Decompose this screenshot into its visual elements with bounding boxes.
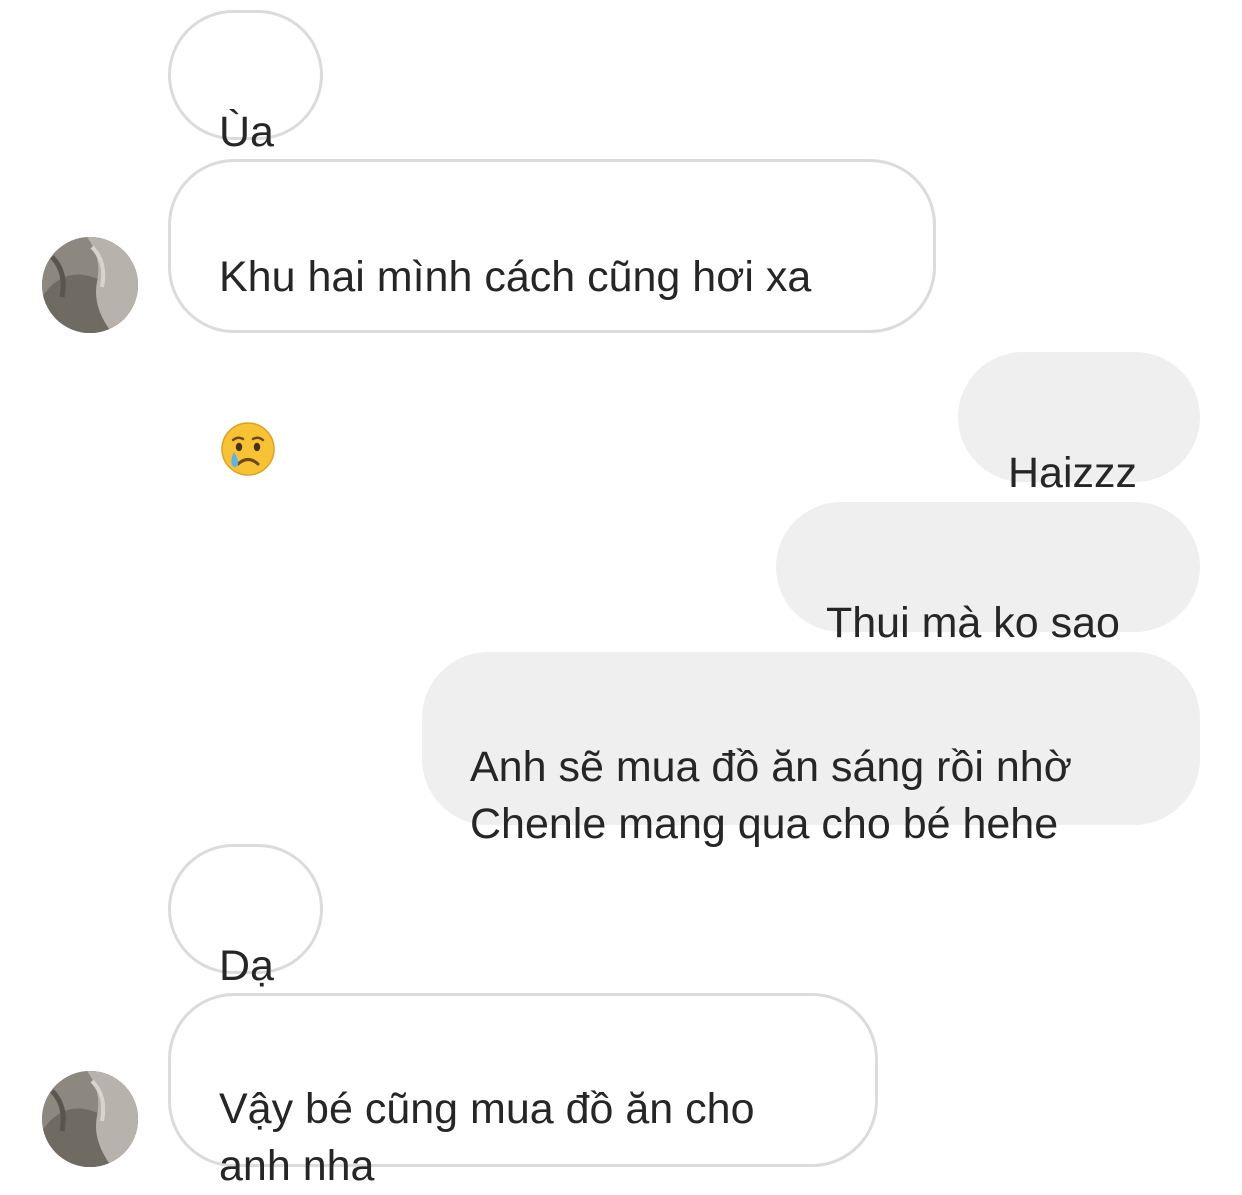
incoming-message-bubble[interactable]: Khu hai mình cách cũng hơi xa — [168, 159, 936, 476]
message-text: Haizzz — [1008, 449, 1138, 497]
incoming-message-bubble[interactable]: Dạ — [168, 844, 323, 990]
avatar[interactable] — [42, 1071, 138, 1167]
outgoing-message-bubble[interactable]: Haizzz — [958, 352, 1200, 497]
incoming-message-bubble[interactable]: Ùa — [168, 10, 323, 156]
message-text: Anh sẽ mua đồ ăn sáng rồi nhờ Chenle man… — [470, 743, 1072, 848]
incoming-message-bubble[interactable]: Vậy bé cũng mua đồ ăn cho anh nha — [168, 993, 878, 1190]
message-text: Khu hai mình cách cũng hơi xa — [219, 253, 812, 301]
crying-face-icon — [219, 363, 277, 493]
message-text: Ùa — [219, 108, 274, 156]
outgoing-message-bubble[interactable]: Thui mà ko sao — [776, 502, 1200, 647]
outgoing-message-bubble[interactable]: Anh sẽ mua đồ ăn sáng rồi nhờ Chenle man… — [422, 652, 1200, 848]
message-text: Dạ — [219, 942, 274, 990]
avatar[interactable] — [42, 237, 138, 333]
message-text: Vậy bé cũng mua đồ ăn cho anh nha — [219, 1085, 755, 1190]
message-text: Thui mà ko sao — [826, 599, 1120, 647]
